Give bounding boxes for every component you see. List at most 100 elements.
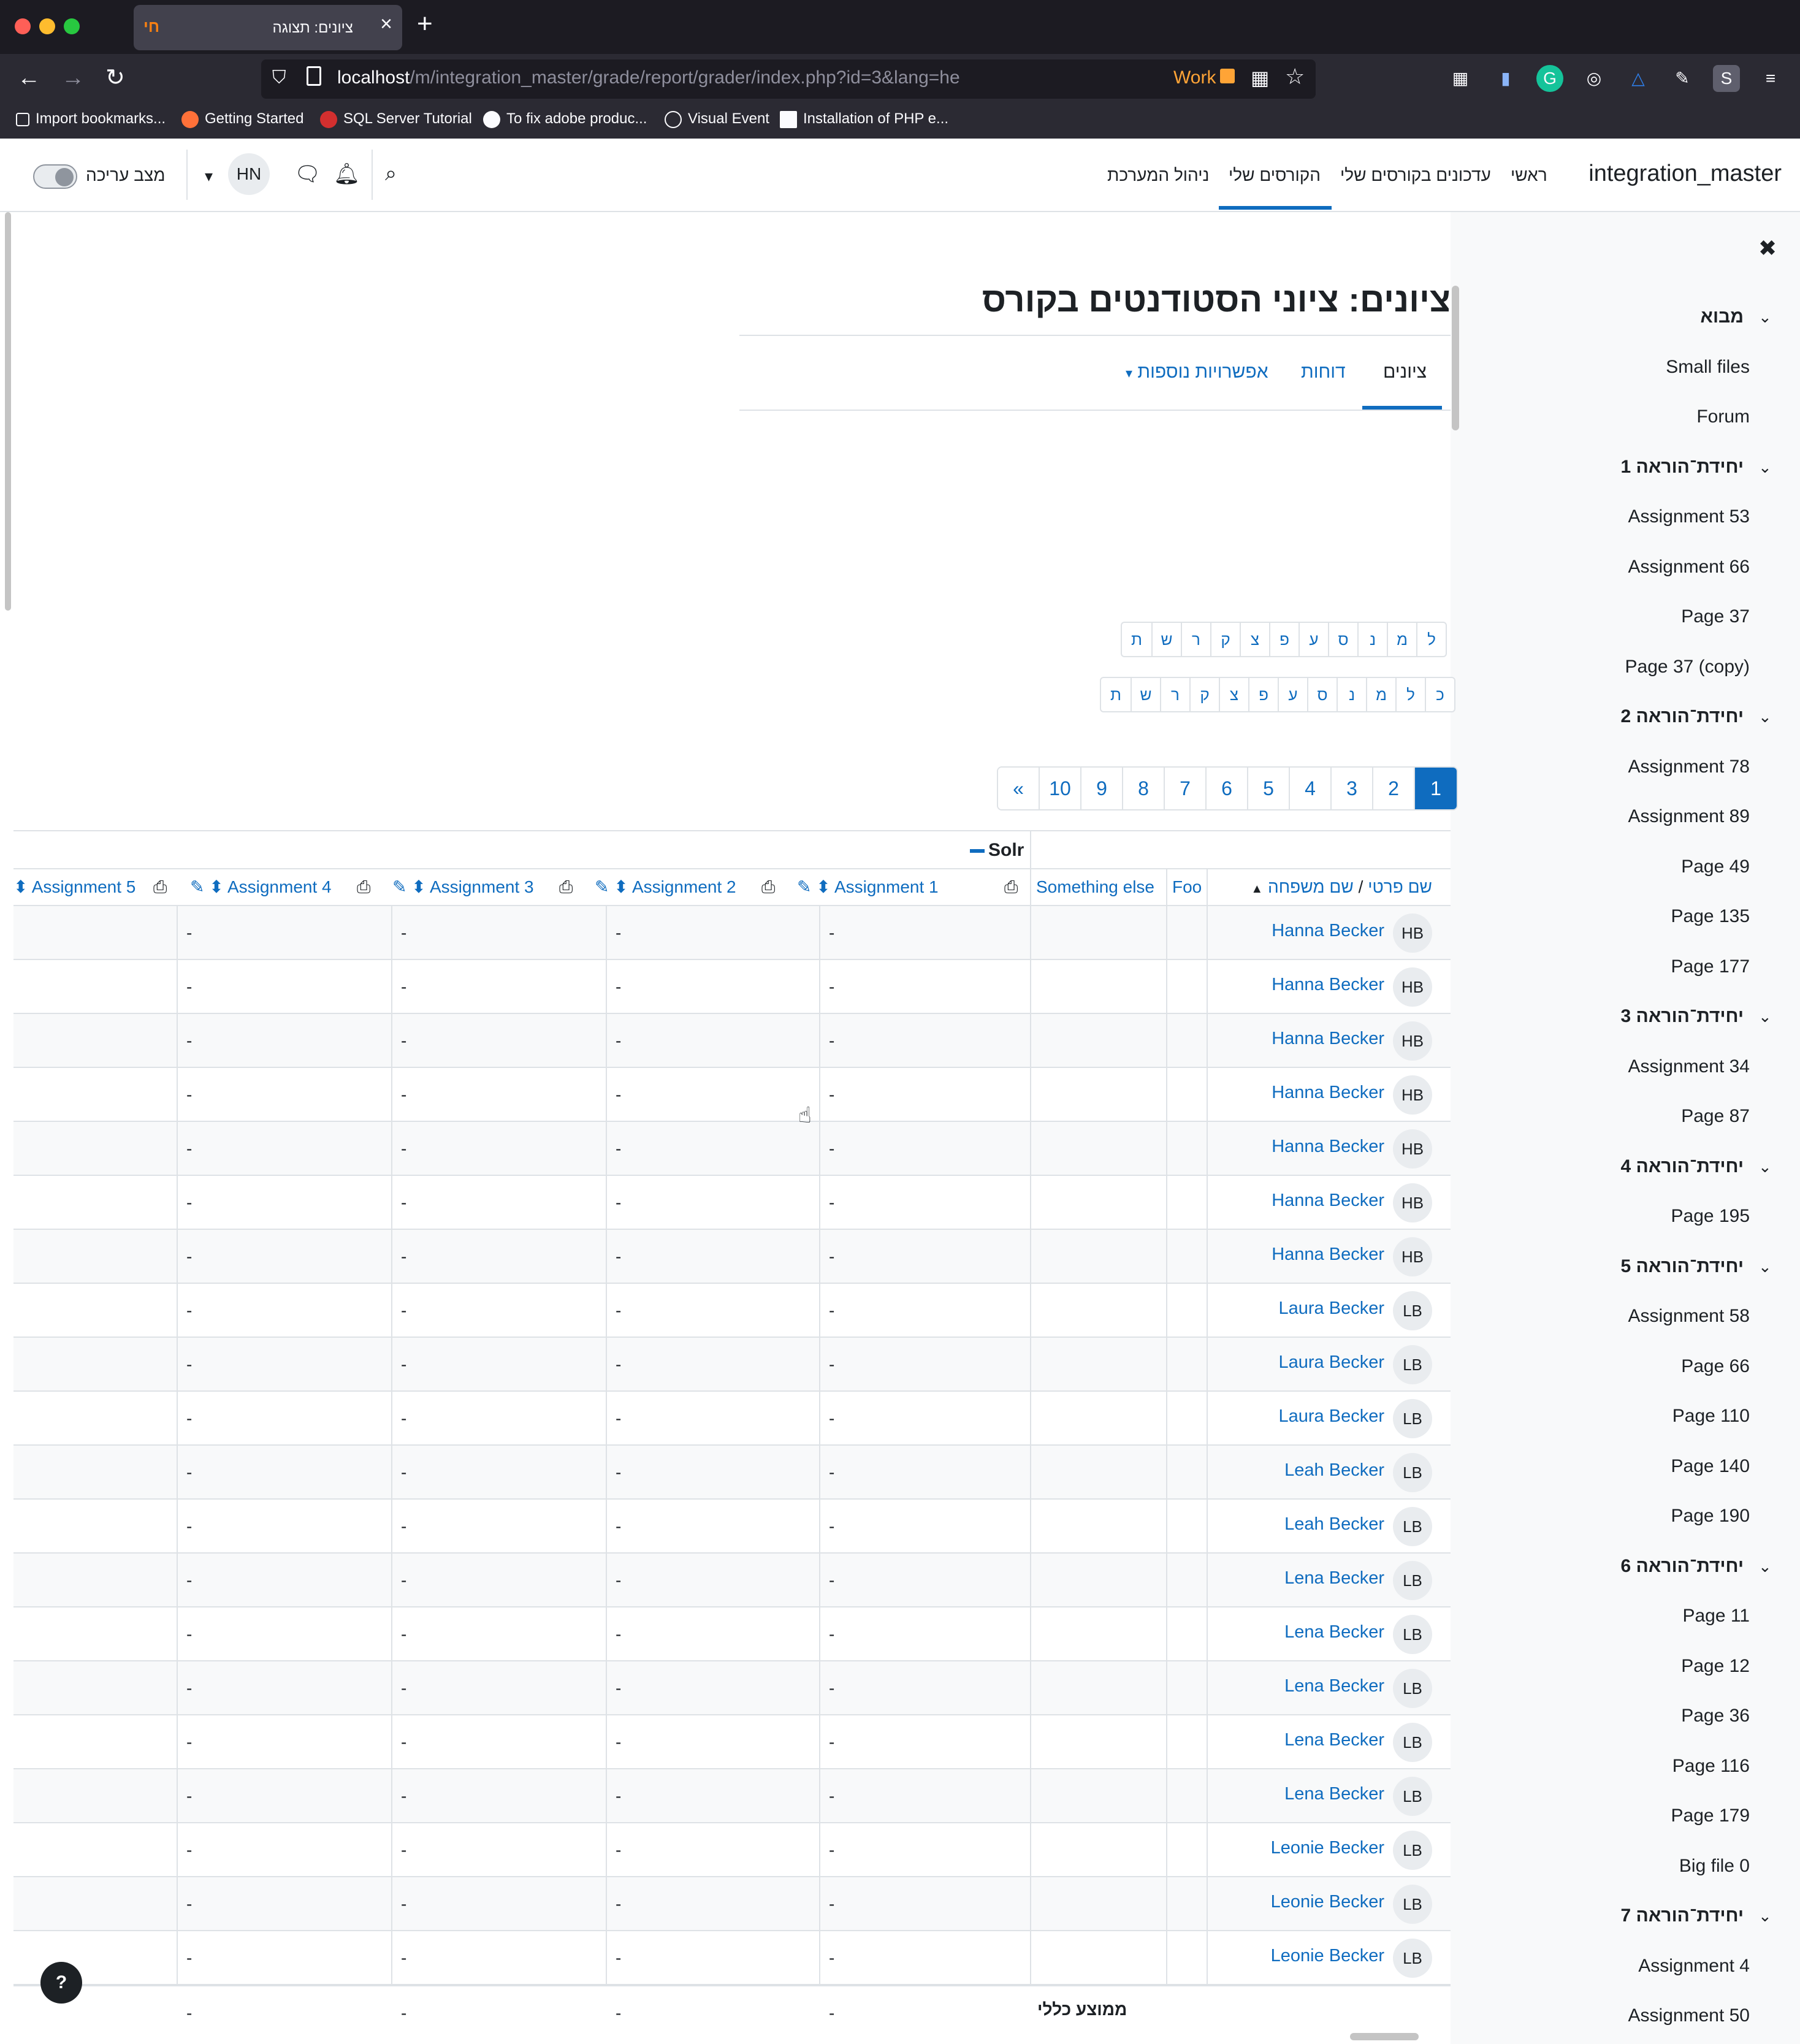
tab-reports[interactable]: דוחות — [1301, 362, 1346, 383]
grade-cell[interactable]: - — [186, 1948, 192, 1968]
lastname-letter[interactable]: צ — [1219, 678, 1248, 711]
course-index-item[interactable]: Big file 0 — [1679, 1856, 1750, 1877]
student-avatar[interactable]: HB — [1393, 1129, 1432, 1169]
student-avatar[interactable]: LB — [1393, 1885, 1432, 1924]
lastname-letter[interactable]: ק — [1189, 678, 1219, 711]
grade-cell[interactable]: - — [401, 1787, 406, 1806]
grade-cell[interactable]: - — [829, 1517, 834, 1536]
sort-icon[interactable]: ⬍ — [816, 877, 830, 896]
forward-icon[interactable]: → — [61, 65, 85, 91]
pagination-page[interactable]: 2 — [1373, 768, 1415, 809]
grade-cell[interactable]: - — [616, 1571, 621, 1590]
user-avatar[interactable]: HN — [228, 153, 270, 195]
student-name-link[interactable]: Lena Becker — [1284, 1730, 1384, 1750]
grade-cell[interactable]: - — [401, 1247, 406, 1267]
grade-cell[interactable]: - — [186, 1193, 192, 1213]
grade-cell[interactable]: - — [401, 923, 406, 943]
file-icon[interactable]: ⎙ — [1004, 869, 1018, 905]
grade-cell[interactable]: - — [829, 1625, 834, 1644]
col-assignment-1[interactable]: ✎ ⬍ Assignment 1 ⎙ — [786, 869, 1029, 906]
student-name-link[interactable]: Leah Becker — [1284, 1460, 1384, 1481]
firstname-letter[interactable]: ת — [1122, 623, 1151, 656]
grade-cell[interactable]: - — [186, 923, 192, 943]
chevron-down-icon[interactable]: ⌄ — [1758, 1007, 1772, 1026]
tab-more-options[interactable]: אפשרויות נוספות ▾ — [1126, 362, 1268, 383]
grade-cell[interactable]: - — [186, 1625, 192, 1644]
file-icon[interactable]: ⎙ — [559, 869, 573, 905]
firstname-sort[interactable]: שם פרטי — [1368, 877, 1432, 896]
grade-cell[interactable]: - — [616, 1247, 621, 1267]
sort-icon[interactable]: ⬍ — [614, 877, 628, 896]
grade-cell[interactable]: - — [829, 1894, 834, 1914]
course-index-section[interactable]: יחידת־הוראה 2 — [1621, 706, 1744, 727]
student-avatar[interactable]: LB — [1393, 1345, 1432, 1384]
student-name-link[interactable]: Lena Becker — [1284, 1622, 1384, 1642]
grade-cell[interactable]: - — [401, 1517, 406, 1536]
grade-cell[interactable]: - — [616, 923, 621, 943]
col-assignment-2[interactable]: ✎ ⬍ Assignment 2 ⎙ — [584, 869, 785, 906]
category-header[interactable]: Solr — [970, 840, 1024, 861]
col-something-else[interactable]: Something else — [1036, 869, 1166, 906]
firstname-letter[interactable]: ש — [1151, 623, 1181, 656]
course-index-item[interactable]: Small files — [1666, 357, 1750, 378]
grade-cell[interactable]: - — [401, 1894, 406, 1914]
course-index-item[interactable]: Assignment 89 — [1628, 806, 1750, 827]
search-icon[interactable]: ⌕ — [385, 162, 397, 186]
lastname-letter[interactable]: כ — [1425, 678, 1454, 711]
lastname-letter[interactable]: נ — [1337, 678, 1366, 711]
grade-cell[interactable]: - — [616, 1409, 621, 1428]
edit-pencil-icon[interactable]: ✎ — [797, 877, 811, 896]
grade-cell[interactable]: - — [829, 1301, 834, 1321]
lastname-letter[interactable]: ר — [1160, 678, 1189, 711]
grade-cell[interactable]: - — [186, 1571, 192, 1590]
course-index-section[interactable]: יחידת־הוראה 5 — [1621, 1256, 1744, 1277]
new-tab-icon[interactable]: + — [417, 9, 433, 39]
file-icon[interactable]: ⎙ — [153, 869, 167, 905]
grade-cell[interactable]: - — [616, 1840, 621, 1860]
col-label[interactable]: Assignment 5 — [32, 877, 136, 896]
chevron-down-icon[interactable]: ⌄ — [1758, 458, 1772, 477]
bookmark-sql-server[interactable]: SQL Server Tutorial — [320, 110, 472, 128]
course-index-item[interactable]: Page 110 — [1672, 1406, 1750, 1427]
course-index-section[interactable]: יחידת־הוראה 6 — [1621, 1556, 1744, 1577]
student-avatar[interactable]: HB — [1393, 1183, 1432, 1222]
grade-cell[interactable]: - — [616, 1894, 621, 1914]
student-avatar[interactable]: LB — [1393, 1399, 1432, 1438]
sort-icon[interactable]: ⬍ — [13, 877, 28, 896]
course-index-item[interactable]: Assignment 53 — [1628, 506, 1750, 527]
grade-cell[interactable]: - — [186, 1085, 192, 1105]
lastname-letter[interactable]: מ — [1366, 678, 1395, 711]
student-name-link[interactable]: Leonie Becker — [1271, 1838, 1384, 1858]
grade-cell[interactable]: - — [186, 1301, 192, 1321]
pen-icon[interactable]: ✎ — [1669, 65, 1696, 92]
course-index-item[interactable]: Page 190 — [1671, 1506, 1750, 1527]
student-name-link[interactable]: Hanna Becker — [1272, 975, 1384, 995]
grade-cell[interactable]: - — [616, 1463, 621, 1482]
course-index-item[interactable]: Assignment 4 — [1638, 1956, 1750, 1977]
grade-cell[interactable]: - — [829, 977, 834, 997]
course-index-item[interactable]: Assignment 50 — [1628, 2005, 1750, 2026]
lastname-letter[interactable]: ע — [1278, 678, 1307, 711]
student-avatar[interactable]: LB — [1393, 1939, 1432, 1978]
col-label[interactable]: Assignment 1 — [834, 877, 939, 896]
col-label[interactable]: Assignment 3 — [430, 877, 534, 896]
grade-cell[interactable]: - — [829, 1679, 834, 1698]
pagination-page[interactable]: 9 — [1081, 768, 1123, 809]
student-name-link[interactable]: Laura Becker — [1279, 1352, 1385, 1373]
grade-cell[interactable]: - — [616, 1085, 621, 1105]
edit-pencil-icon[interactable]: ✎ — [190, 877, 204, 896]
nav-site-admin[interactable]: ניהול המערכת — [1107, 166, 1209, 185]
course-index-item[interactable]: Page 49 — [1681, 856, 1750, 877]
grade-cell[interactable]: - — [829, 1571, 834, 1590]
course-index-item[interactable]: Assignment 34 — [1628, 1056, 1750, 1077]
grade-cell[interactable]: - — [829, 1948, 834, 1968]
col-label[interactable]: Assignment 4 — [227, 877, 332, 896]
profile-s-icon[interactable]: S — [1713, 65, 1740, 92]
zoom-window-button[interactable] — [64, 18, 80, 34]
grade-cell[interactable]: - — [401, 1193, 406, 1213]
notification-bell-icon[interactable]: 🔔︎ — [334, 162, 360, 186]
student-name-link[interactable]: Lena Becker — [1284, 1784, 1384, 1804]
grade-cell[interactable]: - — [401, 1463, 406, 1482]
content-scrollbar[interactable] — [1452, 286, 1459, 430]
firstname-letter[interactable]: פ — [1269, 623, 1299, 656]
